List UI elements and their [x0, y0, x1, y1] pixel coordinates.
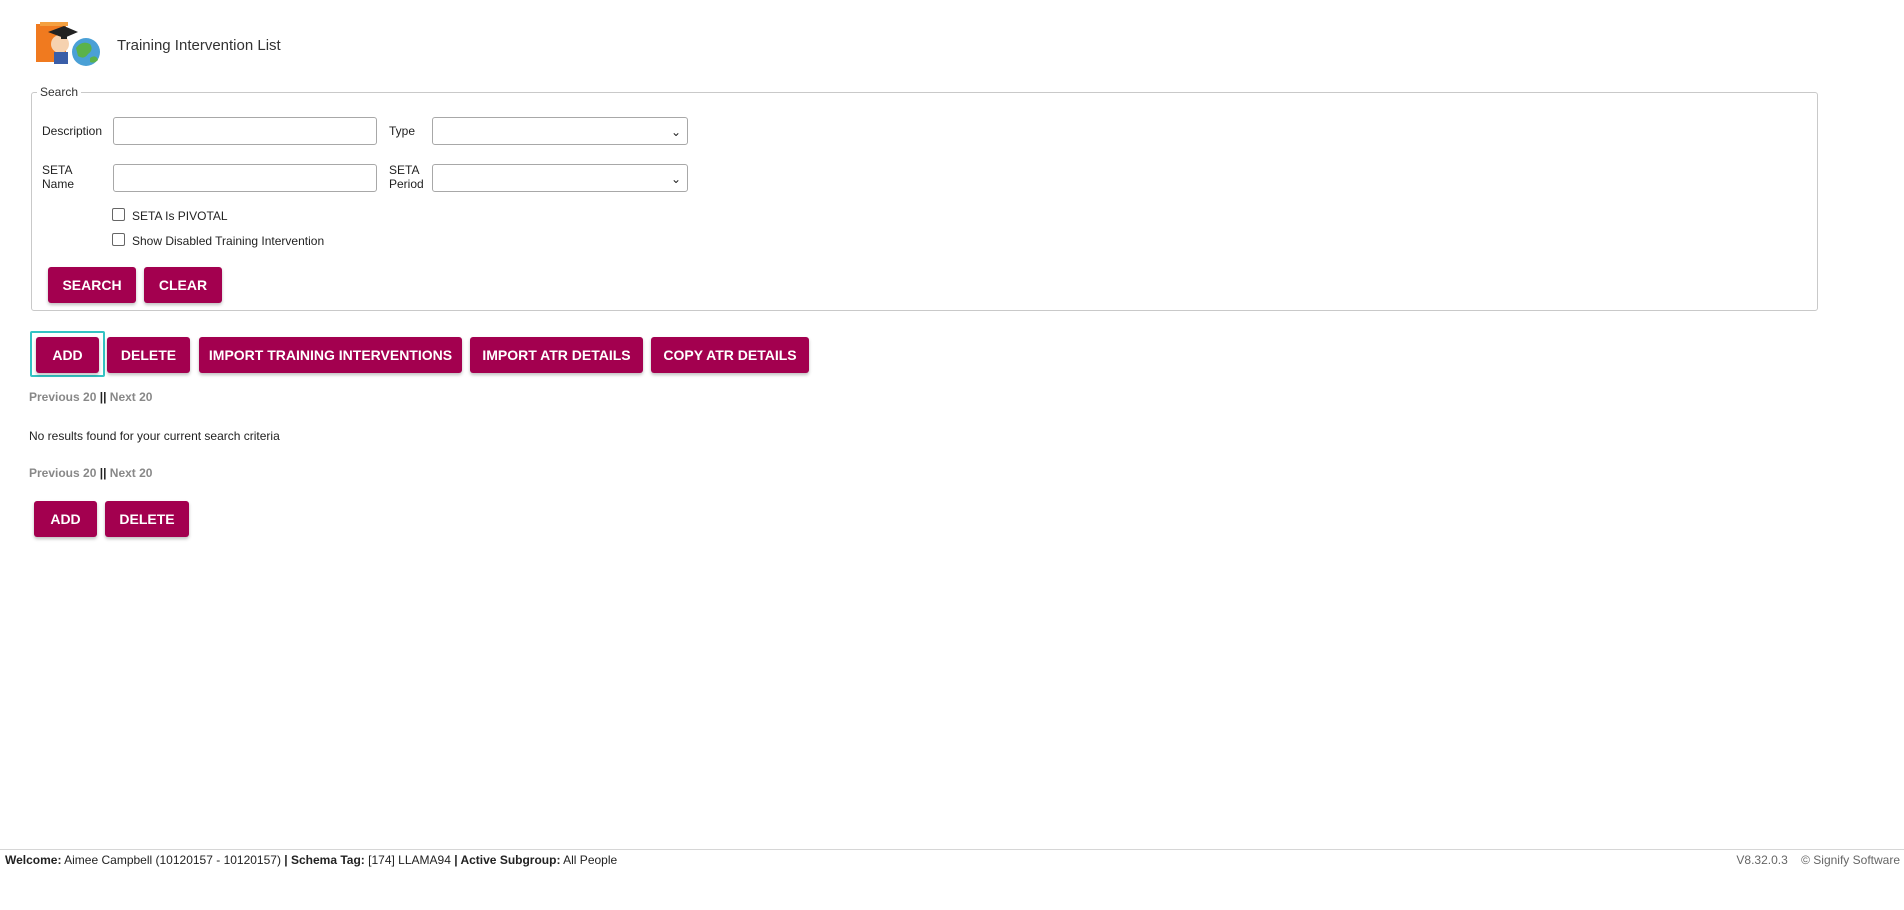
show-disabled-label: Show Disabled Training Intervention [132, 234, 325, 248]
seta-pivotal-checkbox[interactable] [112, 208, 125, 221]
type-label: Type [389, 124, 416, 138]
footer-user-info: Welcome: Aimee Campbell (10120157 - 1012… [5, 851, 617, 869]
chevron-down-icon: ⌄ [670, 172, 681, 186]
import-training-interventions-button[interactable]: Import Training Interventions [199, 337, 462, 373]
no-results-message: No results found for your current search… [29, 429, 280, 443]
description-label: Description [42, 124, 103, 138]
footer-version-info: V8.32.0.3 © Signify Software [1736, 851, 1900, 869]
welcome-value: Aimee Campbell (10120157 - 10120157) [64, 853, 281, 867]
pager-separator: || [99, 390, 107, 404]
pager-top: Previous 20 || Next 20 [29, 390, 152, 404]
delete-button[interactable]: Delete [107, 337, 190, 373]
page-title: Training Intervention List [117, 37, 281, 54]
previous-20-link[interactable]: Previous 20 [29, 390, 96, 404]
show-disabled-checkbox[interactable] [112, 233, 125, 246]
subgroup-value: All People [563, 853, 618, 867]
add-button-bottom[interactable]: Add [34, 501, 97, 537]
description-input[interactable] [113, 117, 377, 145]
search-button[interactable]: Search [48, 267, 136, 303]
training-graduate-globe-icon [36, 22, 100, 66]
seta-period-select[interactable]: ⌄ [432, 164, 688, 192]
previous-20-link[interactable]: Previous 20 [29, 466, 96, 480]
copyright-text: © Signify Software [1801, 853, 1900, 867]
chevron-down-icon: ⌄ [670, 125, 681, 139]
clear-button[interactable]: Clear [144, 267, 222, 303]
delete-button-bottom[interactable]: Delete [105, 501, 189, 537]
schema-label: | Schema Tag: [284, 853, 365, 867]
import-atr-details-button[interactable]: Import ATR Details [470, 337, 643, 373]
status-footer: Welcome: Aimee Campbell (10120157 - 1012… [0, 849, 1904, 878]
subgroup-label: | Active Subgroup: [454, 853, 561, 867]
version-text: V8.32.0.3 [1736, 853, 1788, 867]
type-select[interactable]: ⌄ [432, 117, 688, 145]
copy-atr-details-button[interactable]: Copy ATR Details [651, 337, 809, 373]
seta-period-label: SETA Period [389, 163, 424, 191]
seta-name-label: SETA Name [42, 163, 75, 191]
search-legend: Search [40, 85, 79, 99]
next-20-link[interactable]: Next 20 [110, 390, 153, 404]
schema-value: [174] LLAMA94 [368, 853, 451, 867]
seta-name-input[interactable] [113, 164, 377, 192]
add-button[interactable]: Add [36, 337, 99, 373]
next-20-link[interactable]: Next 20 [110, 466, 153, 480]
pager-bottom: Previous 20 || Next 20 [29, 466, 152, 480]
pager-separator: || [99, 466, 107, 480]
welcome-label: Welcome: [5, 853, 62, 867]
seta-pivotal-label: SETA Is PIVOTAL [132, 209, 228, 223]
